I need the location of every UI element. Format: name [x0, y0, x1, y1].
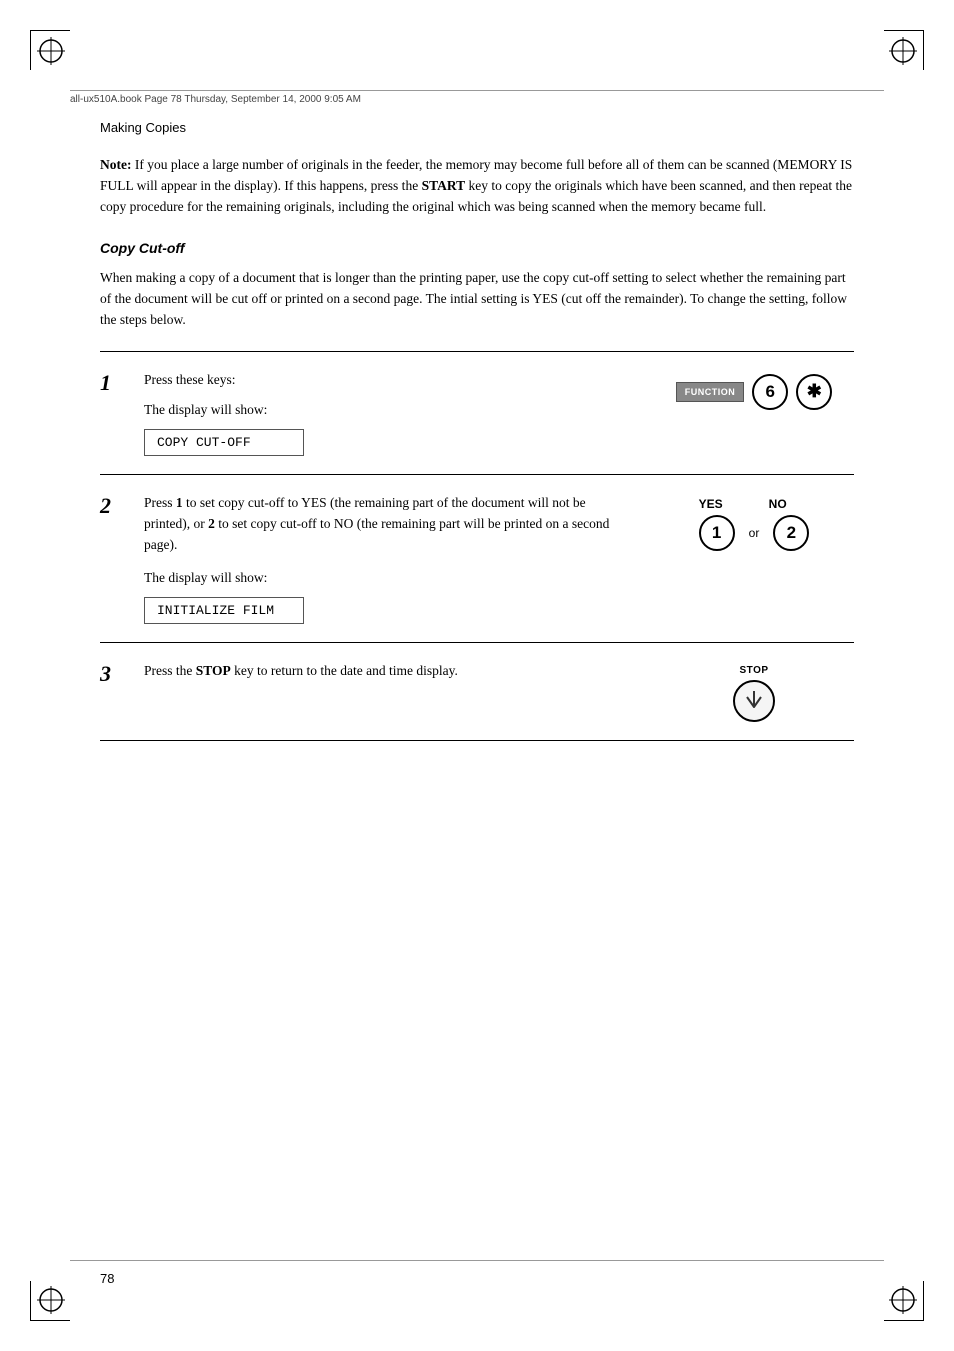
step-2-display-box: INITIALIZE FILM [144, 597, 304, 624]
note-block: Note: If you place a large number of ori… [100, 155, 854, 218]
key-star: ✱ [796, 374, 832, 410]
page-number: 78 [100, 1271, 114, 1286]
steps-container: 1 Press these keys: The display will sho… [100, 351, 854, 742]
step-3-number: 3 [100, 661, 130, 722]
no-label: NO [769, 497, 787, 511]
step-3-stop-ref: STOP [196, 663, 231, 678]
file-info: all-ux510A.book Page 78 Thursday, Septem… [70, 94, 361, 105]
main-content: Note: If you place a large number of ori… [100, 155, 854, 741]
note-label: Note: [100, 157, 131, 172]
key-2: 2 [773, 515, 809, 551]
bottom-line [70, 1260, 884, 1261]
copy-cutoff-heading: Copy Cut-off [100, 240, 854, 256]
step-3: 3 Press the STOP key to return to the da… [100, 643, 854, 741]
step-1-right: FUNCTION 6 ✱ [654, 370, 854, 457]
step-2-right: YES NO 1 or 2 [654, 493, 854, 624]
step-1: 1 Press these keys: The display will sho… [100, 352, 854, 476]
step-2-left: Press 1 to set copy cut-off to YES (the … [144, 493, 654, 624]
key-6: 6 [752, 374, 788, 410]
step-3-right: STOP [654, 661, 854, 722]
step-1-display-box: COPY CUT-OFF [144, 429, 304, 456]
yes-no-labels: YES NO [699, 497, 793, 511]
step-1-number: 1 [100, 370, 130, 457]
step-2-key-ref-2: 2 [208, 516, 215, 531]
step-2-display-label: The display will show: [144, 568, 634, 589]
step-2-key-ref-1: 1 [176, 495, 183, 510]
stop-key-label: STOP [739, 665, 768, 676]
reg-mark-tr [889, 37, 917, 65]
step-3-instruction: Press the STOP key to return to the date… [144, 661, 634, 682]
page: all-ux510A.book Page 78 Thursday, Septem… [0, 0, 954, 1351]
step-1-display-label: The display will show: [144, 400, 634, 421]
note-bold-word: START [422, 178, 466, 193]
step-2-keys: YES NO 1 or 2 [699, 497, 810, 551]
reg-mark-br [889, 1286, 917, 1314]
key-1: 1 [699, 515, 735, 551]
or-label: or [749, 526, 760, 540]
step-2-instruction: Press 1 to set copy cut-off to YES (the … [144, 493, 634, 556]
stop-key-container: STOP [733, 665, 775, 722]
reg-mark-bl [37, 1286, 65, 1314]
step-3-left: Press the STOP key to return to the date… [144, 661, 654, 722]
step-1-left: Press these keys: The display will show:… [144, 370, 654, 457]
copy-cutoff-description: When making a copy of a document that is… [100, 268, 854, 331]
stop-key-circle [733, 680, 775, 722]
step-1-instruction: Press these keys: [144, 370, 634, 391]
stop-icon [740, 687, 768, 715]
yes-label: YES [699, 497, 723, 511]
header-line: all-ux510A.book Page 78 Thursday, Septem… [70, 90, 884, 105]
function-key: FUNCTION [676, 382, 745, 402]
section-label: Making Copies [100, 120, 186, 135]
step-2: 2 Press 1 to set copy cut-off to YES (th… [100, 475, 854, 643]
yes-no-keys-row: 1 or 2 [699, 515, 810, 551]
reg-mark-tl [37, 37, 65, 65]
step-1-key-row: FUNCTION 6 ✱ [676, 374, 833, 410]
step-2-number: 2 [100, 493, 130, 624]
